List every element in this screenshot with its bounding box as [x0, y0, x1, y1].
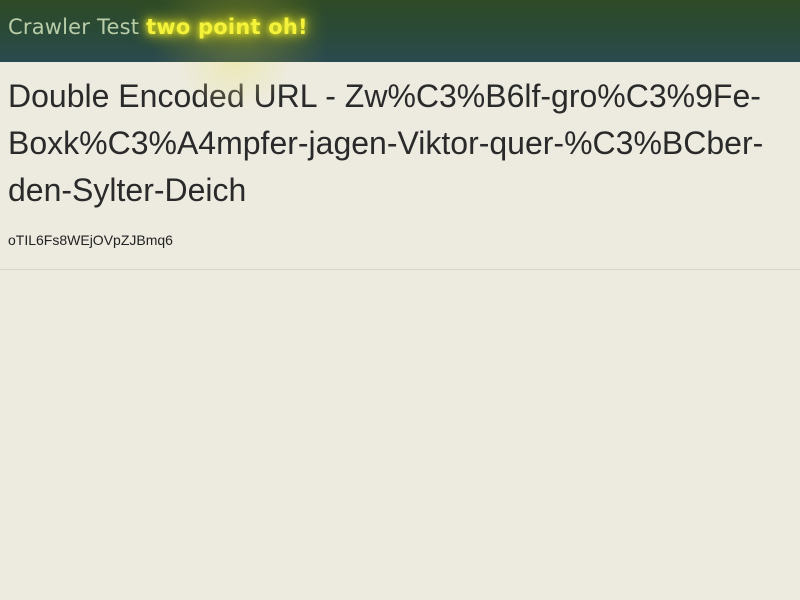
main-content: Double Encoded URL - Zw%C3%B6lf-gro%C3%9… — [0, 62, 800, 249]
brand-tagline: two point oh! — [146, 15, 308, 39]
site-logo[interactable]: Crawler Test two point oh! — [8, 15, 308, 39]
site-header: Crawler Test two point oh! — [0, 0, 800, 62]
page-title: Double Encoded URL - Zw%C3%B6lf-gro%C3%9… — [8, 78, 764, 208]
page-code: oTIL6Fs8WEjOVpZJBmq6 — [8, 232, 173, 248]
divider — [0, 269, 800, 270]
brand-name: Crawler Test — [8, 15, 140, 39]
